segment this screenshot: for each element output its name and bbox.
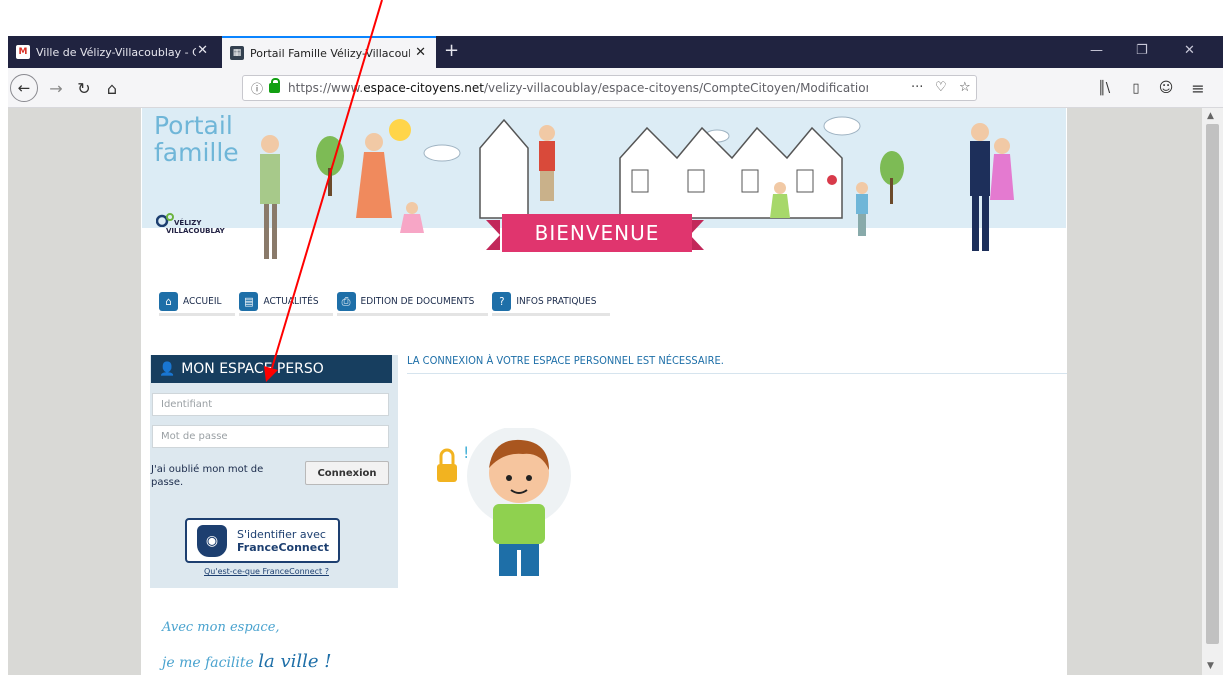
page-heading: 👤 MON ESPACE PERSO — [151, 355, 392, 383]
franceconnect-icon: ◉ — [197, 524, 227, 557]
forgot-password-link[interactable]: J'ai oublié mon mot de passe. — [151, 463, 281, 489]
menu-item-label: ACCUEIL — [183, 296, 222, 307]
vertical-scrollbar[interactable]: ▲ ▼ — [1202, 108, 1223, 675]
info-icon: ? — [492, 292, 512, 311]
url-prefix: https://www. — [288, 81, 364, 95]
franceconnect-button[interactable]: ◉ S'identifier avec FranceConnect — [185, 518, 340, 563]
tab-bar: M Ville de Vélizy-Villacoublay - Co ✕ ▦ … — [8, 36, 1223, 68]
library-icon[interactable]: ║\ — [1092, 76, 1116, 100]
svg-text:!: ! — [463, 443, 469, 462]
franceconnect-line1: S'identifier avec — [237, 527, 326, 541]
print-icon: ⎙ — [336, 292, 356, 311]
window-close-icon[interactable]: ✕ — [1184, 43, 1195, 58]
news-icon: ▤ — [239, 292, 259, 311]
user-icon: 👤 — [159, 361, 176, 377]
franceconnect-line2: FranceConnect — [237, 540, 330, 554]
franceconnect-info-link[interactable]: Qu'est-ce-que FranceConnect ? — [204, 567, 329, 576]
logo-line2: VILLACOUBLAY — [166, 227, 225, 235]
child-padlock-illustration: ! — [437, 428, 571, 576]
info-icon[interactable]: ⓘ — [251, 80, 263, 97]
city-logo: VÉLIZY VILLACOUBLAY — [156, 213, 225, 235]
slogan-line1: Avec mon espace, — [162, 620, 280, 635]
logo-line1: VÉLIZY — [174, 219, 202, 227]
new-tab-button[interactable]: + — [444, 40, 459, 61]
close-tab-icon[interactable]: ✕ — [197, 44, 208, 57]
page-viewport: Portail famille VÉLIZY VILLACOUBLAY BIEN… — [8, 108, 1202, 675]
navigation-bar: ← → ↻ ⌂ ⓘ https://www.espace-citoyens.ne… — [8, 68, 1223, 108]
username-field[interactable]: Identifiant — [152, 393, 389, 416]
home-icon: ⌂ — [159, 292, 178, 311]
menu-item-infos-pratiques[interactable]: ? INFOS PRATIQUES — [492, 290, 611, 316]
page-container: Portail famille VÉLIZY VILLACOUBLAY BIEN… — [141, 108, 1067, 675]
tab-ville[interactable]: M Ville de Vélizy-Villacoublay - Co ✕ — [8, 36, 218, 68]
menu-item-accueil[interactable]: ⌂ ACCUEIL — [159, 290, 236, 316]
gmail-icon: M — [16, 45, 30, 59]
screenshot-frame: M Ville de Vélizy-Villacoublay - Co ✕ ▦ … — [0, 0, 1223, 675]
menu-icon[interactable]: ≡ — [1186, 76, 1210, 100]
login-required-notice: LA CONNEXION À VOTRE ESPACE PERSONNEL ES… — [407, 354, 1067, 374]
ribbon-left — [486, 220, 500, 250]
menu-item-label: INFOS PRATIQUES — [516, 296, 597, 307]
scroll-down-icon[interactable]: ▼ — [1207, 661, 1214, 671]
slogan-line2-part1: je me facilite — [162, 655, 259, 671]
scrollbar-thumb[interactable] — [1206, 124, 1219, 644]
portal-icon: ▦ — [230, 46, 244, 60]
tab-title: Ville de Vélizy-Villacoublay - Co — [36, 45, 196, 59]
bookmark-star-icon[interactable]: ☆ — [959, 80, 971, 95]
logo-rings-icon — [156, 213, 174, 227]
password-field[interactable]: Mot de passe — [152, 425, 389, 448]
tab-title: Portail Famille Vélizy-Villacoubl — [250, 46, 410, 60]
franceconnect-text: S'identifier avec FranceConnect — [237, 528, 329, 554]
account-icon[interactable]: ☺ — [1154, 76, 1178, 100]
forward-icon[interactable]: → — [44, 76, 68, 100]
home-icon[interactable]: ⌂ — [100, 76, 124, 100]
reload-icon[interactable]: ↻ — [72, 76, 96, 100]
minimize-icon[interactable]: — — [1090, 43, 1103, 58]
address-bar[interactable]: ⓘ https://www.espace-citoyens.net/velizy… — [242, 75, 977, 101]
login-panel: 👤 MON ESPACE PERSO Identifiant Mot de pa… — [150, 355, 398, 588]
pocket-icon[interactable]: ♡ — [935, 80, 947, 95]
url-domain: espace-citoyens.net — [363, 81, 484, 95]
sidebar-icon[interactable]: ▯ — [1124, 76, 1148, 100]
tab-portail[interactable]: ▦ Portail Famille Vélizy-Villacoubl ✕ — [222, 36, 436, 68]
ribbon-right — [690, 220, 704, 250]
page-actions-icon[interactable]: ··· — [911, 80, 923, 95]
menu-item-label: EDITION DE DOCUMENTS — [360, 296, 475, 307]
login-button[interactable]: Connexion — [305, 461, 389, 485]
header-banner: Portail famille VÉLIZY VILLACOUBLAY BIEN… — [142, 108, 1066, 278]
url-text[interactable]: https://www.espace-citoyens.net/velizy-v… — [288, 81, 868, 95]
back-icon[interactable]: ← — [10, 74, 38, 102]
menu-item-edition-documents[interactable]: ⎙ EDITION DE DOCUMENTS — [336, 290, 489, 316]
lock-icon[interactable] — [269, 78, 281, 93]
url-path: /velizy-villacoublay/espace-citoyens/Com… — [483, 81, 869, 95]
close-tab-icon[interactable]: ✕ — [415, 46, 426, 59]
menu-item-actualites[interactable]: ▤ ACTUALITÉS — [239, 290, 333, 316]
scroll-up-icon[interactable]: ▲ — [1207, 111, 1214, 121]
restore-icon[interactable]: ❐ — [1136, 43, 1148, 58]
welcome-banner: BIENVENUE — [502, 214, 692, 252]
banner-illustration — [260, 116, 1014, 259]
slogan-line2: je me facilite la ville ! — [162, 651, 332, 672]
login-heading-label: MON ESPACE PERSO — [181, 361, 324, 377]
main-menu: ⌂ ACCUEIL ▤ ACTUALITÉS ⎙ EDITION DE DOCU… — [159, 290, 614, 320]
menu-item-label: ACTUALITÉS — [263, 296, 319, 307]
slogan-line2-part2: la ville ! — [258, 651, 332, 672]
